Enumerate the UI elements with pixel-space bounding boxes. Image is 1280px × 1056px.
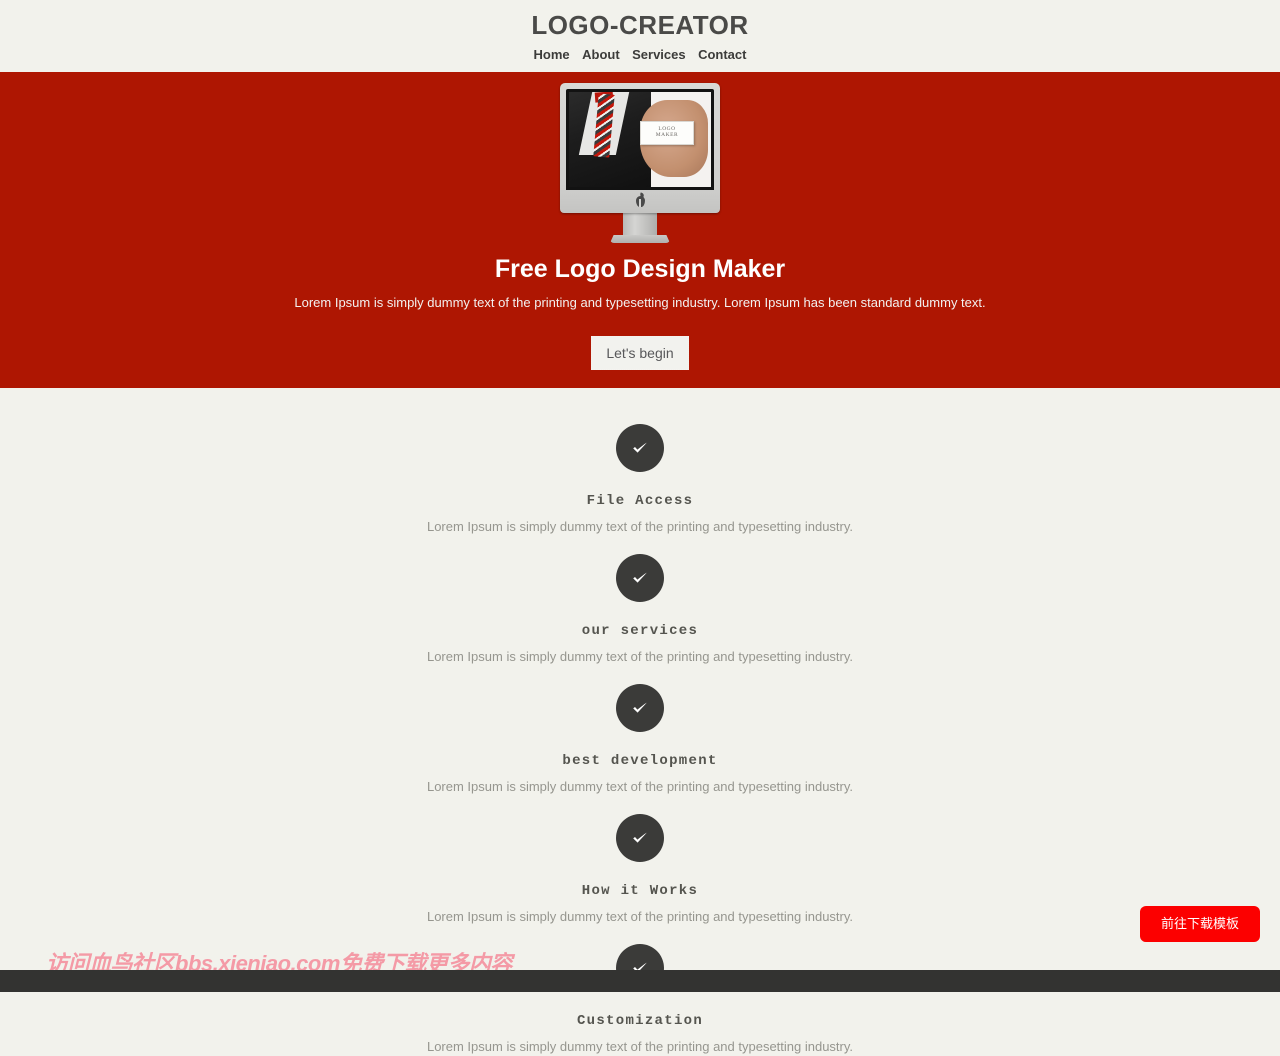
feature-title: File Access [586, 493, 694, 509]
feature-title: How it Works [581, 883, 699, 899]
feature-title: Customization [576, 1013, 704, 1029]
feature-description: Lorem Ipsum is simply dummy text of the … [426, 1039, 854, 1054]
nav-item-contact[interactable]: Contact [698, 47, 746, 62]
feature-description: Lorem Ipsum is simply dummy text of the … [426, 909, 854, 924]
site-header: LOGO-CREATOR Home About Services Contact [0, 0, 1280, 72]
feature-item: best development Lorem Ipsum is simply d… [0, 684, 1280, 796]
business-card-line2: MAKER [655, 131, 679, 138]
check-icon [616, 684, 664, 732]
feature-title: our services [581, 623, 699, 639]
apple-logo-icon [635, 195, 645, 207]
feature-description: Lorem Ipsum is simply dummy text of the … [426, 779, 854, 794]
feature-description: Lorem Ipsum is simply dummy text of the … [426, 519, 854, 534]
features-section: File Access Lorem Ipsum is simply dummy … [0, 388, 1280, 1056]
feature-item: Customization Lorem Ipsum is simply dumm… [0, 944, 1280, 1056]
feature-description: Lorem Ipsum is simply dummy text of the … [426, 649, 854, 664]
nav-item-about[interactable]: About [582, 47, 620, 62]
nav-item-services[interactable]: Services [632, 47, 686, 62]
nav-item-home[interactable]: Home [534, 47, 570, 62]
download-template-button[interactable]: 前往下载模板 [1140, 906, 1260, 942]
imac-illustration: LOGO MAKER [560, 83, 720, 243]
hero-subtitle: Lorem Ipsum is simply dummy text of the … [294, 295, 986, 310]
check-icon [616, 554, 664, 602]
site-footer [0, 970, 1280, 992]
lets-begin-button[interactable]: Let's begin [591, 336, 689, 370]
feature-item: How it Works Lorem Ipsum is simply dummy… [0, 814, 1280, 926]
feature-item: our services Lorem Ipsum is simply dummy… [0, 554, 1280, 666]
imac-screen: LOGO MAKER [566, 89, 714, 190]
check-icon [616, 424, 664, 472]
main-nav: Home About Services Contact [0, 45, 1280, 65]
imac-stand-base [610, 235, 670, 243]
screen-photo: LOGO MAKER [569, 92, 711, 187]
hero-title: Free Logo Design Maker [494, 255, 786, 283]
brand-title: LOGO-CREATOR [531, 10, 749, 40]
imac-body: LOGO MAKER [560, 83, 720, 213]
check-icon [616, 814, 664, 862]
imac-stand-neck [623, 213, 657, 235]
imac-chin [566, 190, 714, 212]
feature-item: File Access Lorem Ipsum is simply dummy … [0, 424, 1280, 536]
hero-section: LOGO MAKER Free Logo Design Maker Lorem … [0, 72, 1280, 388]
feature-title: best development [562, 753, 718, 769]
business-card: LOGO MAKER [640, 120, 694, 146]
